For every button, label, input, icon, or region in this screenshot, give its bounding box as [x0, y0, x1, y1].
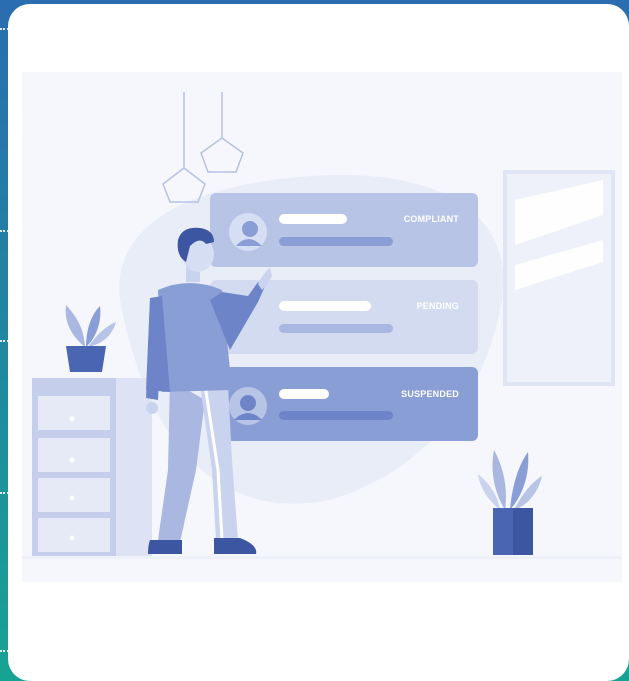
status-label: COMPLIANT — [404, 214, 460, 224]
dresser-icon — [32, 378, 152, 556]
status-card-suspended: SUSPENDED — [210, 367, 478, 441]
status-illustration: COMPLIANT PENDING SUSPENDED — [22, 72, 622, 582]
status-label: SUSPENDED — [401, 389, 459, 399]
status-card-pending: PENDING — [210, 280, 478, 354]
status-label: PENDING — [417, 301, 459, 311]
status-card-compliant: COMPLIANT — [210, 193, 478, 267]
window-icon — [503, 170, 615, 386]
floor-line — [22, 556, 622, 559]
